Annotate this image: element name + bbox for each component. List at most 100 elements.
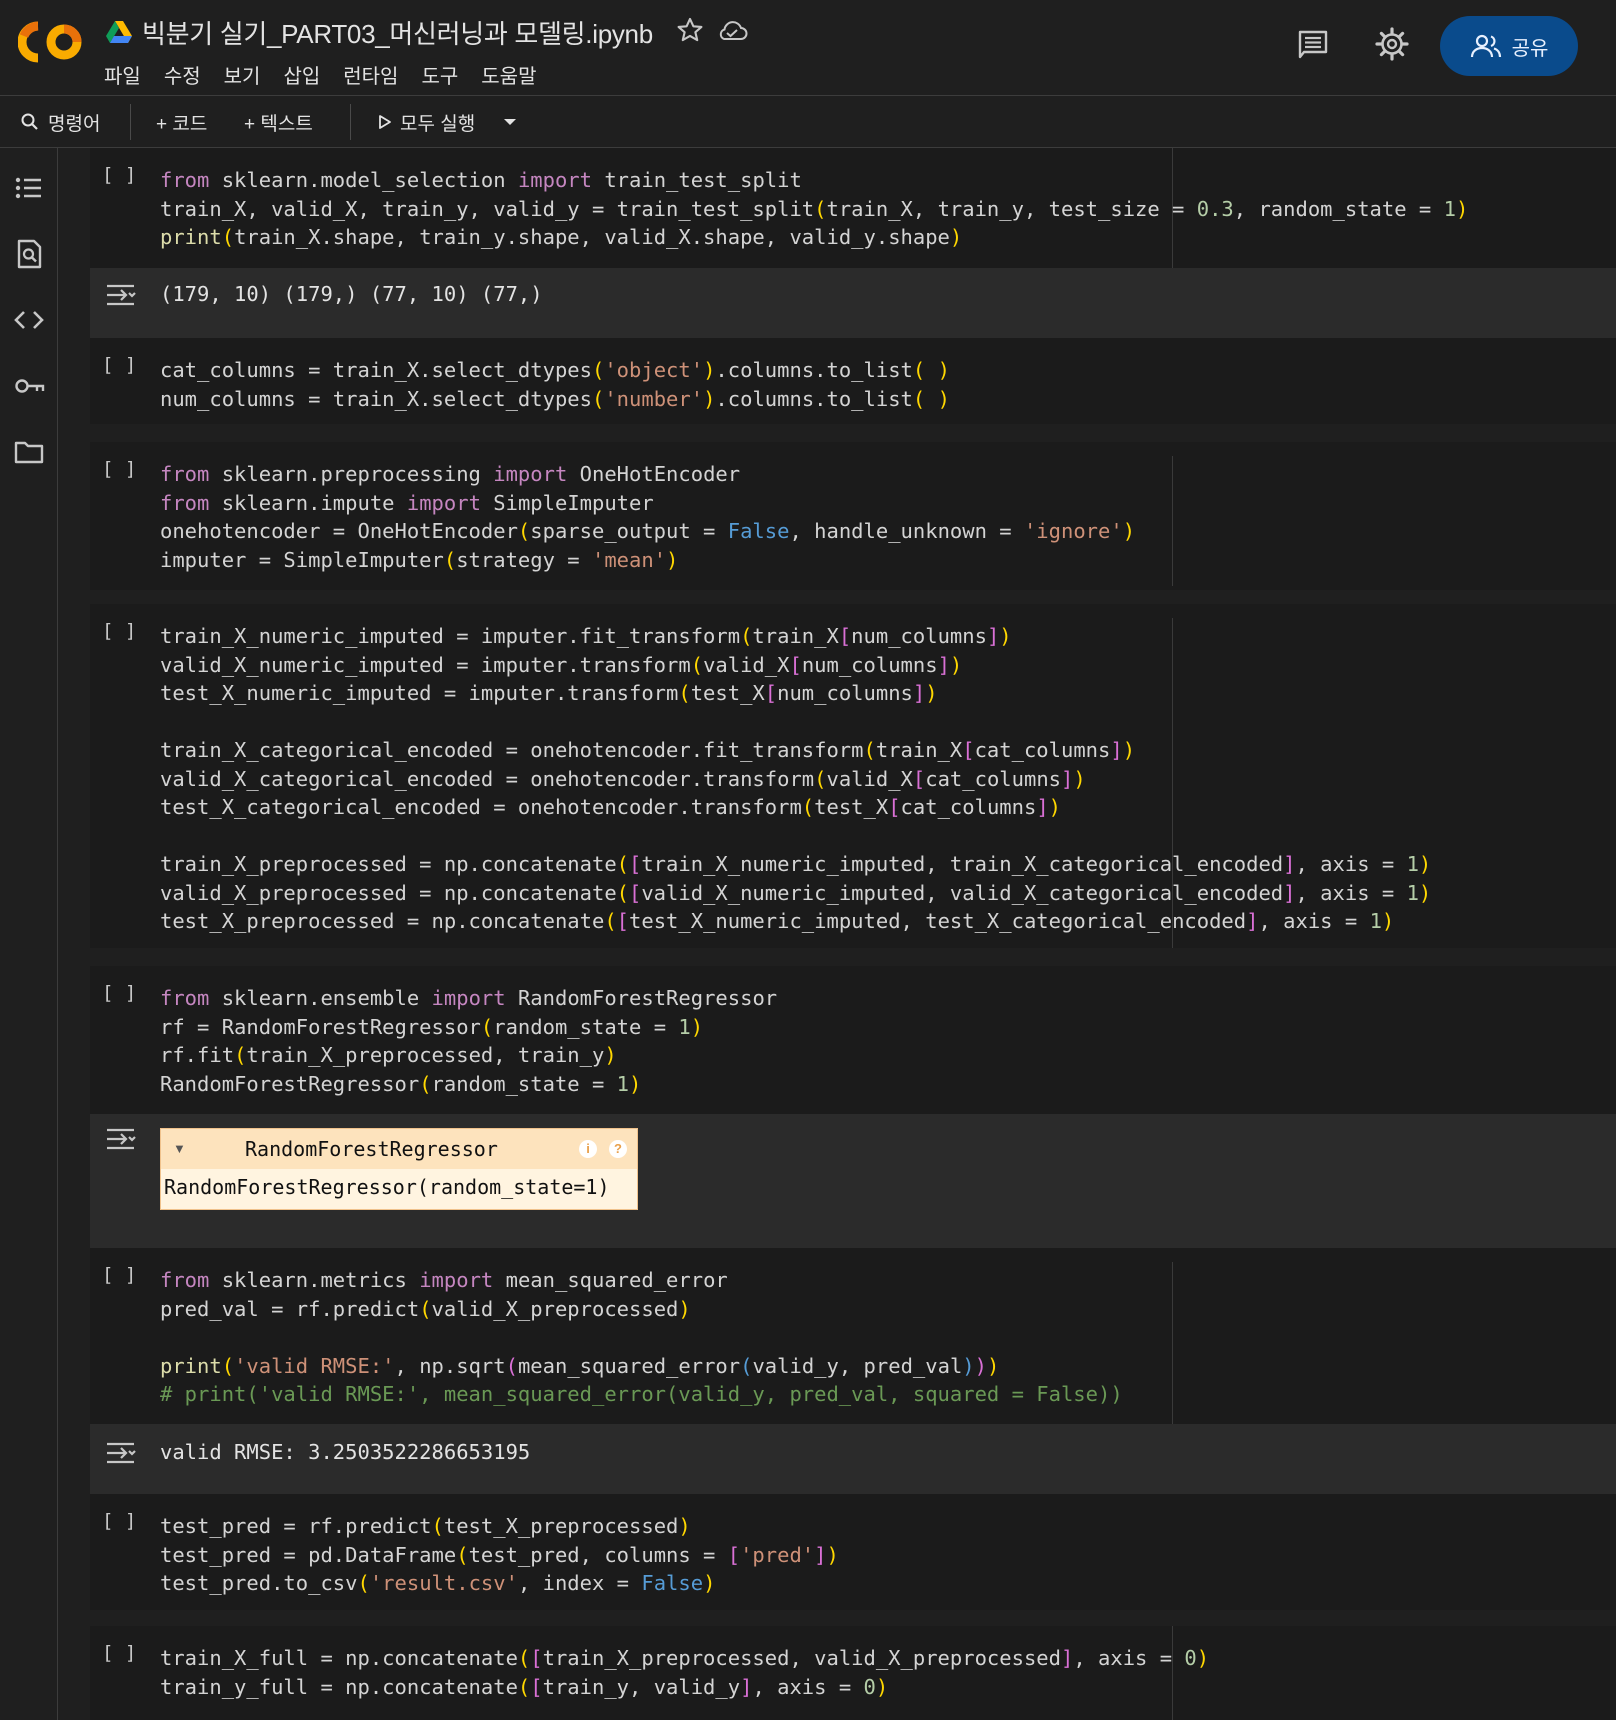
code-line: print('valid RMSE:', np.sqrt(mean_square…: [160, 1353, 1000, 1378]
share-button[interactable]: 공유: [1440, 16, 1578, 76]
menu-insert[interactable]: 삽입: [283, 58, 320, 91]
left-sidebar: [0, 148, 58, 1720]
run-cell-button[interactable]: [ ]: [102, 982, 136, 1004]
code-editor[interactable]: from sklearn.model_selection import trai…: [160, 166, 1468, 252]
output-toggle-icon[interactable]: [104, 1438, 138, 1468]
menu-help[interactable]: 도움말: [481, 58, 536, 91]
search-icon: [21, 113, 38, 130]
code-line: cat_columns = train_X.select_dtypes('obj…: [160, 358, 950, 382]
star-icon[interactable]: [676, 16, 704, 44]
code-cell[interactable]: [ ] from sklearn.model_selection import …: [90, 148, 1616, 268]
menu-view[interactable]: 보기: [224, 58, 261, 91]
code-editor[interactable]: cat_columns = train_X.select_dtypes('obj…: [160, 356, 950, 413]
files-folder-icon[interactable]: [13, 436, 45, 468]
add-code-cell-button[interactable]: + 코드: [156, 104, 207, 140]
gear-icon[interactable]: [1374, 26, 1410, 62]
code-editor[interactable]: from sklearn.metrics import mean_squared…: [160, 1266, 1123, 1409]
app-header: 빅분기 실기_PART03_머신러닝과 모델링.ipynb 파일 수정 보기 삽…: [0, 0, 1616, 96]
chevron-down-icon: [504, 119, 516, 125]
google-drive-icon[interactable]: [106, 20, 132, 44]
estimator-repr: RandomForestRegressor(random_state=1): [164, 1175, 610, 1199]
cloud-saved-icon[interactable]: [716, 18, 748, 44]
code-line: from sklearn.preprocessing import OneHot…: [160, 462, 741, 486]
run-options-dropdown[interactable]: [502, 104, 518, 140]
code-snippets-icon[interactable]: [13, 304, 45, 336]
code-line: valid_X_categorical_encoded = onehotenco…: [160, 766, 1086, 791]
toolbar-divider: [130, 104, 131, 140]
code-cell[interactable]: [ ] from sklearn.metrics import mean_squ…: [90, 1248, 1616, 1424]
code-cell[interactable]: [ ] cat_columns = train_X.select_dtypes(…: [90, 338, 1616, 424]
code-editor[interactable]: train_X_full = np.concatenate([train_X_p…: [160, 1644, 1209, 1701]
notebook-area: [ ] from sklearn.model_selection import …: [90, 148, 1616, 1720]
code-cell[interactable]: [ ] from sklearn.preprocessing import On…: [90, 442, 1616, 590]
run-cell-button[interactable]: [ ]: [102, 1510, 136, 1532]
code-line: onehotencoder = OneHotEncoder(sparse_out…: [160, 519, 1136, 543]
code-line: num_columns = train_X.select_dtypes('num…: [160, 386, 950, 411]
code-line: test_pred = rf.predict(test_X_preprocess…: [160, 1514, 691, 1538]
expand-triangle-icon[interactable]: ▼: [173, 1141, 186, 1156]
estimator-widget[interactable]: ▼ RandomForestRegressor i ? RandomForest…: [160, 1128, 638, 1210]
code-line: rf = RandomForestRegressor(random_state …: [160, 1014, 704, 1039]
info-icon[interactable]: i: [579, 1140, 597, 1158]
add-text-label: + 텍스트: [244, 113, 313, 135]
code-line: print(train_X.shape, train_y.shape, vali…: [160, 225, 963, 249]
people-icon: [1470, 34, 1501, 58]
output-toggle-icon[interactable]: [104, 1124, 138, 1154]
run-all-button[interactable]: 모두 실행: [378, 104, 475, 140]
menu-bar: 파일 수정 보기 삽입 런타임 도구 도움말: [104, 58, 559, 91]
code-editor[interactable]: from sklearn.preprocessing import OneHot…: [160, 460, 1135, 574]
code-line: RandomForestRegressor(random_state = 1): [160, 1071, 642, 1096]
code-line: pred_val = rf.predict(valid_X_preprocess…: [160, 1296, 691, 1321]
run-cell-button[interactable]: [ ]: [102, 1264, 136, 1286]
code-line: train_X, valid_X, train_y, valid_y = tra…: [160, 196, 1469, 221]
code-line: test_X_numeric_imputed = imputer.transfo…: [160, 681, 938, 705]
command-palette-button[interactable]: 명령어: [20, 104, 100, 140]
code-cell[interactable]: [ ] from sklearn.ensemble import RandomF…: [90, 966, 1616, 1114]
menu-tools[interactable]: 도구: [421, 58, 458, 91]
code-editor[interactable]: train_X_numeric_imputed = imputer.fit_tr…: [160, 622, 1431, 936]
find-replace-icon[interactable]: [13, 238, 45, 270]
comment-icon[interactable]: [1296, 28, 1330, 62]
code-cell[interactable]: [ ] train_X_full = np.concatenate([train…: [90, 1626, 1616, 1720]
code-line: test_pred = pd.DataFrame(test_pred, colu…: [160, 1542, 839, 1567]
menu-file[interactable]: 파일: [104, 58, 141, 91]
secrets-key-icon[interactable]: [13, 370, 45, 402]
run-cell-button[interactable]: [ ]: [102, 458, 136, 480]
code-line: imputer = SimpleImputer(strategy = 'mean…: [160, 547, 679, 572]
toolbar: 명령어 + 코드 + 텍스트 모두 실행: [0, 96, 1616, 148]
code-line: train_X_numeric_imputed = imputer.fit_tr…: [160, 624, 1012, 648]
code-editor[interactable]: test_pred = rf.predict(test_X_preprocess…: [160, 1512, 839, 1598]
code-line: from sklearn.model_selection import trai…: [160, 168, 802, 192]
code-line: test_X_preprocessed = np.concatenate([te…: [160, 909, 1395, 933]
add-text-cell-button[interactable]: + 텍스트: [244, 104, 313, 140]
notebook-title[interactable]: 빅분기 실기_PART03_머신러닝과 모델링.ipynb: [142, 14, 653, 51]
menu-runtime[interactable]: 런타임: [343, 58, 398, 91]
run-cell-button[interactable]: [ ]: [102, 1642, 136, 1664]
output-toggle-icon[interactable]: [104, 280, 138, 310]
line-length-ruler: [1172, 1262, 1173, 1424]
colab-logo-icon[interactable]: [18, 18, 84, 66]
estimator-name: RandomForestRegressor: [245, 1137, 498, 1161]
code-line: valid_X_preprocessed = np.concatenate([v…: [160, 880, 1432, 905]
help-icon[interactable]: ?: [609, 1140, 627, 1158]
run-cell-button[interactable]: [ ]: [102, 354, 136, 376]
code-line: # print('valid RMSE:', mean_squared_erro…: [160, 1382, 1123, 1406]
share-label: 공유: [1511, 37, 1549, 60]
add-code-label: + 코드: [156, 113, 208, 135]
run-all-label: 모두 실행: [400, 113, 476, 135]
cell-output: ▼ RandomForestRegressor i ? RandomForest…: [90, 1114, 1616, 1248]
menu-edit[interactable]: 수정: [164, 58, 201, 91]
run-cell-button[interactable]: [ ]: [102, 164, 136, 186]
estimator-widget-header[interactable]: ▼ RandomForestRegressor i ?: [161, 1129, 637, 1169]
code-cell[interactable]: [ ] test_pred = rf.predict(test_X_prepro…: [90, 1494, 1616, 1610]
code-line: train_X_categorical_encoded = onehotenco…: [160, 738, 1136, 762]
toolbar-divider: [350, 104, 351, 140]
run-cell-button[interactable]: [ ]: [102, 620, 136, 642]
cell-output: (179, 10) (179,) (77, 10) (77,): [90, 268, 1616, 338]
code-editor[interactable]: from sklearn.ensemble import RandomFores…: [160, 984, 777, 1098]
code-cell[interactable]: [ ] train_X_numeric_imputed = imputer.fi…: [90, 604, 1616, 948]
output-text: (179, 10) (179,) (77, 10) (77,): [160, 282, 543, 306]
code-line: from sklearn.impute import SimpleImputer: [160, 490, 654, 515]
code-line: from sklearn.ensemble import RandomFores…: [160, 986, 778, 1010]
table-of-contents-icon[interactable]: [13, 172, 45, 204]
